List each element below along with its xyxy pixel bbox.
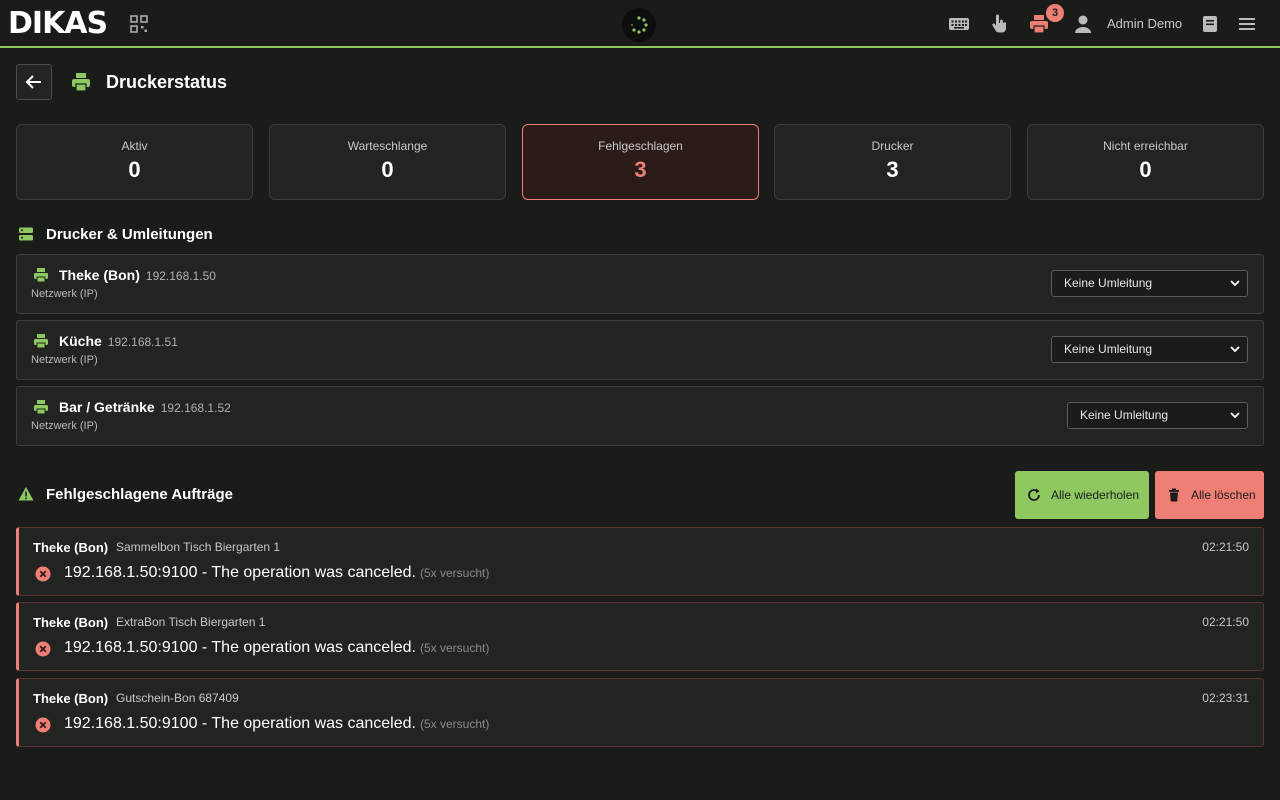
job-printer: Theke (Bon) [33, 540, 109, 555]
stat-value: 0 [1139, 157, 1152, 182]
menu-icon[interactable] [1236, 13, 1258, 35]
arrow-left-icon [25, 75, 41, 89]
printer-ip: 192.168.1.50 [145, 269, 216, 283]
error-circle-icon [35, 641, 51, 657]
touch-hand-icon[interactable] [988, 13, 1010, 35]
printer-row: Theke (Bon) 192.168.1.50 Netzwerk (IP) Ke… [16, 254, 1264, 314]
job-tries: (5x versucht) [419, 717, 490, 731]
stat-label: Fehlgeschlagen [598, 139, 683, 153]
printer-name: Theke (Bon) 192.168.1.50 [59, 267, 216, 283]
failed-job-item: Theke (Bon) Sammelbon Tisch Biergarten 1… [16, 527, 1264, 596]
chevron-down-icon [1230, 412, 1240, 419]
stat-value: 3 [634, 157, 647, 182]
user-icon[interactable] [1072, 13, 1094, 35]
failed-job-item: Theke (Bon) ExtraBon Tisch Biergarten 1 … [16, 602, 1264, 671]
refresh-icon [1028, 488, 1040, 501]
job-tries: (5x versucht) [419, 566, 490, 580]
stat-label: Aktiv [121, 139, 148, 153]
printer-error-badge: 3 [1046, 4, 1064, 22]
delete-all-button[interactable]: Alle löschen [1155, 471, 1264, 519]
job-document: Gutschein-Bon 687409 [116, 691, 239, 705]
retry-all-button[interactable]: Alle wiederholen [1015, 471, 1149, 519]
job-printer: Theke (Bon) [33, 615, 109, 630]
notebook-icon[interactable] [1199, 13, 1221, 35]
top-bar: DIKAS 3 Admin Demo [0, 0, 1280, 48]
printer-row: Küche 192.168.1.51 Netzwerk (IP) Keine Um… [16, 320, 1264, 380]
stat-label: Drucker [871, 139, 914, 153]
printer-name: Bar / Getränke 192.168.1.52 [59, 399, 231, 415]
app-logo[interactable]: DIKAS [8, 8, 108, 40]
job-error-message: 192.168.1.50:9100 - The operation was ca… [64, 715, 490, 732]
job-time: 02:23:31 [1202, 691, 1249, 705]
qr-code-icon[interactable] [130, 15, 148, 33]
printer-ip: 192.168.1.52 [160, 401, 231, 415]
trash-icon [1169, 488, 1179, 502]
warning-icon [18, 487, 34, 501]
error-circle-icon [35, 566, 51, 582]
stat-card-queue: Warteschlange 0 [269, 124, 506, 200]
server-icon [19, 227, 33, 241]
stat-value: 3 [886, 157, 899, 182]
job-time: 02:21:50 [1202, 615, 1249, 629]
keyboard-icon[interactable] [948, 13, 970, 35]
printer-type: Netzwerk (IP) [31, 288, 98, 300]
chevron-down-icon [1230, 346, 1240, 353]
job-printer: Theke (Bon) [33, 691, 109, 706]
printer-icon [72, 73, 90, 92]
job-tries: (5x versucht) [419, 641, 490, 655]
stat-card-failed: Fehlgeschlagen 3 [522, 124, 759, 200]
stat-value: 0 [128, 157, 141, 182]
loading-spinner [622, 8, 656, 42]
stat-label: Warteschlange [347, 139, 428, 153]
error-circle-icon [35, 717, 51, 733]
printer-name: Küche 192.168.1.51 [59, 333, 178, 349]
redirect-select[interactable]: Keine Umleitung [1051, 270, 1248, 297]
job-error-message: 192.168.1.50:9100 - The operation was ca… [64, 564, 490, 581]
printer-type: Netzwerk (IP) [31, 420, 98, 432]
chevron-down-icon [1230, 280, 1240, 287]
printer-icon [34, 400, 48, 415]
failed-job-item: Theke (Bon) Gutschein-Bon 687409 02:23:3… [16, 678, 1264, 747]
back-button[interactable] [16, 64, 52, 100]
printer-ip: 192.168.1.51 [107, 335, 178, 349]
printer-icon [34, 334, 48, 349]
stat-card-active: Aktiv 0 [16, 124, 253, 200]
job-error-message: 192.168.1.50:9100 - The operation was ca… [64, 639, 490, 656]
printer-icon [34, 268, 48, 283]
job-document: Sammelbon Tisch Biergarten 1 [116, 540, 281, 554]
stat-card-unreachable: Nicht erreichbar 0 [1027, 124, 1264, 200]
failed-section-title: Fehlgeschlagene Aufträge [46, 486, 233, 503]
redirect-select[interactable]: Keine Umleitung [1051, 336, 1248, 363]
page-title: Druckerstatus [106, 72, 228, 92]
printer-type: Netzwerk (IP) [31, 354, 98, 366]
stat-label: Nicht erreichbar [1103, 139, 1188, 153]
username[interactable]: Admin Demo [1107, 16, 1182, 31]
stat-value: 0 [381, 157, 394, 182]
job-time: 02:21:50 [1202, 540, 1249, 554]
job-document: ExtraBon Tisch Biergarten 1 [116, 615, 266, 629]
printers-section-title: Drucker & Umleitungen [46, 226, 213, 243]
stat-card-printers: Drucker 3 [774, 124, 1011, 200]
printer-row: Bar / Getränke 192.168.1.52 Netzwerk (IP)… [16, 386, 1264, 446]
redirect-select[interactable]: Keine Umleitung [1067, 402, 1248, 429]
